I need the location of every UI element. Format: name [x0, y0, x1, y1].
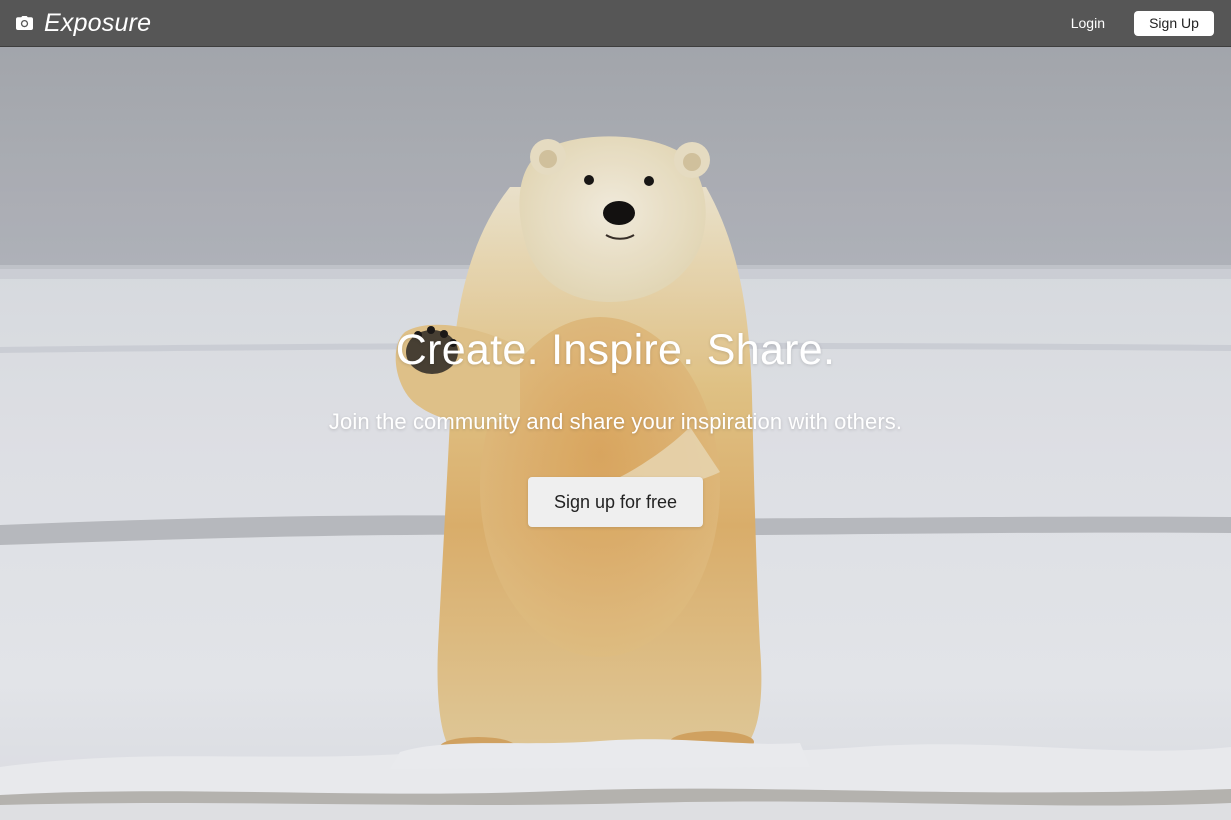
hero-section: Create. Inspire. Share. Join the communi…	[0, 47, 1231, 820]
brand-name: Exposure	[44, 8, 152, 37]
signup-button[interactable]: Sign Up	[1134, 10, 1214, 36]
nav-actions: Login Sign Up	[1071, 10, 1214, 36]
brand-logo[interactable]: Exposure	[16, 9, 151, 38]
login-link[interactable]: Login	[1071, 15, 1105, 31]
hero-headline: Create. Inspire. Share.	[395, 326, 836, 374]
hero-subheadline: Join the community and share your inspir…	[328, 409, 903, 434]
landing-page: Exposure Login Sign Up Create. Inspire. …	[0, 0, 1231, 820]
hero-content: Create. Inspire. Share. Join the communi…	[0, 47, 1231, 820]
camera-icon	[16, 16, 33, 30]
top-navbar: Exposure Login Sign Up	[0, 0, 1231, 47]
signup-free-button[interactable]: Sign up for free	[528, 477, 703, 527]
